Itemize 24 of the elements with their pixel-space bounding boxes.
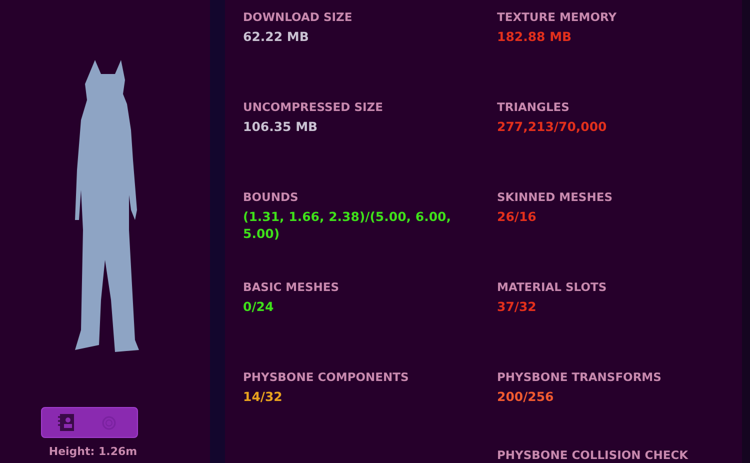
stat-value: 62.22 MB [243, 29, 310, 46]
stat-label: BASIC MESHES [243, 280, 340, 294]
stat-value: 37/32 [497, 299, 538, 316]
stat-value: 106.35 MB [243, 119, 319, 136]
stat-label: PHYSBONE TRANSFORMS [497, 370, 662, 384]
stat-label: BOUNDS [243, 190, 300, 204]
height-label: Height: 1.26m [48, 445, 138, 458]
stat-value: 26/16 [497, 209, 538, 226]
stat-value: 182.88 MB [497, 29, 573, 46]
stat-value: 14/32 [243, 389, 284, 406]
stat-label: PHYSBONE COLLISION CHECK [497, 448, 690, 462]
stat-label: DOWNLOAD SIZE [243, 10, 354, 24]
stat-label: TEXTURE MEMORY [497, 10, 618, 24]
stat-value: 0/24 [243, 299, 275, 316]
stat-label: MATERIAL SLOTS [497, 280, 608, 294]
stat-value: (1.31, 1.66, 2.38)/(5.00, 6.00, 5.00) [243, 209, 452, 243]
stat-value: 200/256 [497, 389, 555, 406]
stat-label: TRIANGLES [497, 100, 570, 114]
stat-label: SKINNED MESHES [497, 190, 614, 204]
contact-card-icon [58, 414, 74, 431]
avatar-button[interactable] [40, 407, 138, 438]
stat-value: 277,213/70,000 [497, 119, 608, 136]
stat-label: UNCOMPRESSED SIZE [243, 100, 384, 114]
stat-label: PHYSBONE COMPONENTS [243, 370, 410, 384]
